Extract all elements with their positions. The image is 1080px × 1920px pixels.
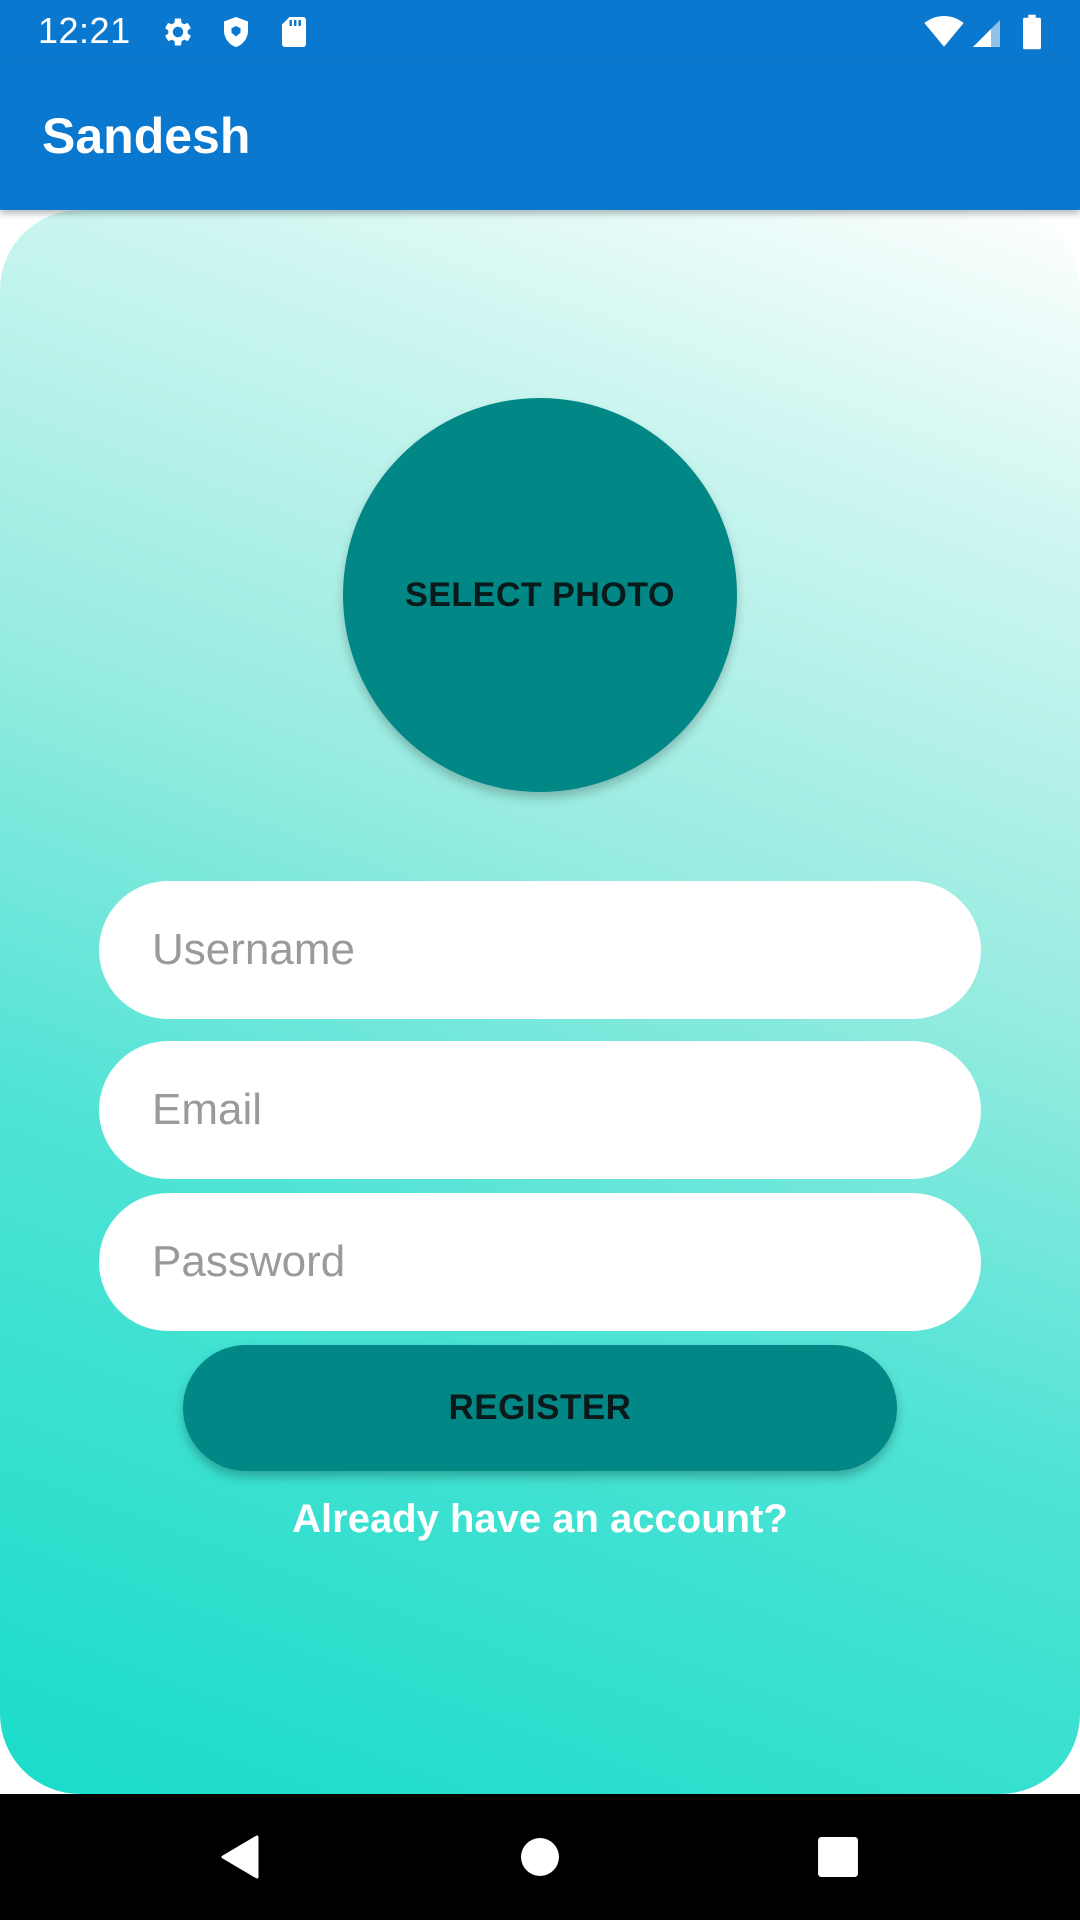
battery-icon — [1018, 14, 1046, 50]
register-label: REGISTER — [448, 1388, 632, 1427]
recents-icon[interactable] — [808, 1827, 868, 1887]
register-screen: 12:21 Sandesh SELECT PHOTO Username Emai… — [0, 0, 1080, 1920]
status-bar: 12:21 — [0, 0, 1080, 63]
already-have-account-link[interactable]: Already have an account? — [0, 1497, 1080, 1542]
register-button[interactable]: REGISTER — [183, 1345, 897, 1471]
password-input[interactable] — [99, 1193, 981, 1331]
password-field-container — [99, 1193, 981, 1331]
register-card: SELECT PHOTO REGISTER Already have an ac… — [0, 210, 1080, 1794]
username-field-container — [99, 881, 981, 1019]
shield-icon — [218, 14, 254, 50]
status-time: 12:21 — [38, 10, 131, 51]
app-bar: Sandesh — [0, 63, 1080, 210]
navigation-bar — [0, 1794, 1080, 1920]
signal-icon — [970, 14, 1006, 50]
settings-icon — [160, 14, 196, 50]
username-input[interactable] — [99, 881, 981, 1019]
home-icon[interactable] — [510, 1827, 570, 1887]
back-icon[interactable] — [209, 1827, 269, 1887]
email-field-container — [99, 1041, 981, 1179]
select-photo-label: SELECT PHOTO — [405, 575, 675, 614]
select-photo-button[interactable]: SELECT PHOTO — [343, 398, 737, 792]
sd-card-icon — [276, 14, 312, 50]
app-title: Sandesh — [42, 108, 251, 164]
email-input[interactable] — [99, 1041, 981, 1179]
wifi-icon — [922, 14, 966, 50]
